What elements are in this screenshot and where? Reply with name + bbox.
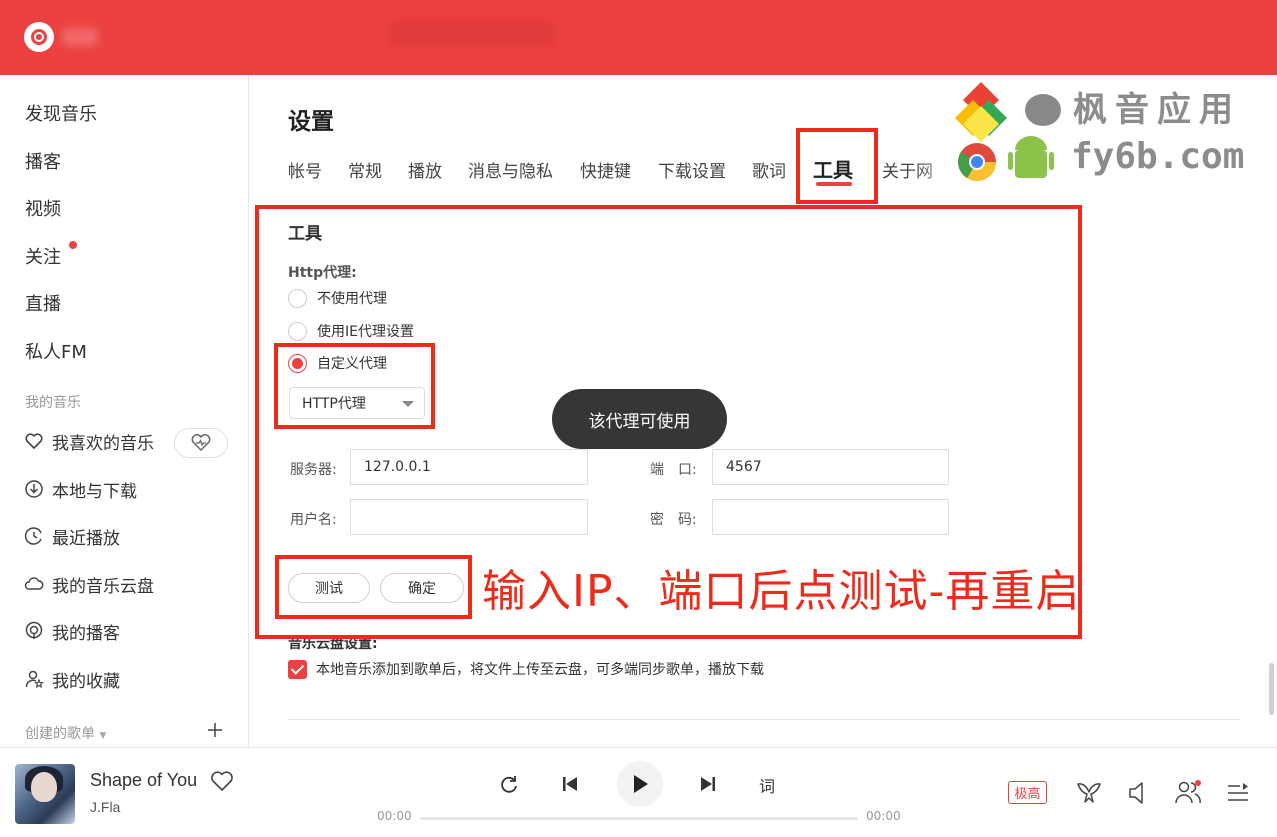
annotation-text: 输入IP、端口后点测试-再重启 — [482, 566, 1081, 617]
tab-download[interactable]: 下载设置 — [658, 157, 726, 182]
sidebar-item-collection[interactable]: 我的收藏 — [24, 665, 120, 693]
song-title[interactable]: Shape of You — [90, 770, 197, 791]
sidebar-item-my-podcast[interactable]: 我的播客 — [24, 617, 120, 645]
watermark-logos-icon — [955, 82, 1061, 181]
top-bar — [0, 0, 1277, 75]
sidebar-item-podcast[interactable]: 播客 — [25, 148, 61, 174]
total-time: 00:00 — [866, 809, 901, 823]
sidebar-item-live[interactable]: 直播 — [25, 290, 61, 316]
sidebar-item-label: 我的音乐云盘 — [52, 576, 154, 597]
checkbox-checked[interactable] — [288, 659, 307, 679]
sidebar-item-local[interactable]: 本地与下载 — [24, 475, 137, 503]
scrollbar[interactable] — [1269, 663, 1274, 715]
quality-badge[interactable]: 极高 — [1008, 781, 1047, 804]
sidebar-item-cloud[interactable]: 我的音乐云盘 — [24, 570, 154, 598]
sidebar-item-liked[interactable]: 我喜欢的音乐 — [24, 427, 154, 455]
repeat-icon[interactable] — [499, 774, 519, 794]
sidebar-item-follow[interactable]: 关注 — [25, 243, 61, 269]
elapsed-time: 00:00 — [377, 809, 412, 823]
sidebar: 发现音乐 播客 视频 关注 直播 私人FM 我的音乐 我喜欢的音乐 本地与下载 … — [0, 75, 249, 747]
watermark: 枫音应用 fy6b.com — [955, 80, 1275, 190]
sidebar-item-label: 我的播客 — [52, 623, 120, 644]
annotation-box-tools-tab — [796, 128, 878, 204]
tab-account[interactable]: 帐号 — [288, 157, 322, 182]
play-button[interactable] — [617, 761, 663, 807]
sidebar-item-label: 本地与下载 — [52, 481, 137, 502]
tab-messages-privacy[interactable]: 消息与隐私 — [468, 157, 553, 182]
page-title: 设置 — [288, 109, 334, 135]
tab-shortcuts[interactable]: 快捷键 — [580, 157, 631, 182]
cloud-icon — [24, 577, 44, 590]
created-playlists-title[interactable]: 创建的歌单 ▼ — [25, 723, 106, 743]
play-icon — [634, 775, 648, 793]
netease-logo-icon[interactable] — [24, 22, 54, 52]
add-playlist-icon[interactable] — [207, 722, 223, 738]
user-star-icon — [25, 670, 44, 689]
annotation-box-custom-proxy — [274, 343, 435, 429]
heartbeat-mode-button[interactable] — [174, 428, 228, 458]
podcast-icon — [25, 621, 43, 639]
checkbox-label: 本地音乐添加到歌单后，将文件上传至云盘，可多端同步歌单，播放下载 — [316, 662, 764, 678]
annotation-box-buttons — [275, 555, 472, 619]
sidebar-item-fm[interactable]: 私人FM — [25, 338, 87, 364]
next-icon[interactable] — [700, 776, 716, 792]
blurred-search-input[interactable] — [388, 20, 556, 46]
previous-icon[interactable] — [562, 776, 578, 792]
lyrics-button[interactable]: 词 — [759, 773, 775, 797]
volume-icon[interactable] — [1127, 781, 1149, 805]
sidebar-item-label: 最近播放 — [52, 528, 120, 549]
heartbeat-icon — [191, 434, 211, 452]
listen-together-icon[interactable] — [1174, 779, 1202, 805]
progress-bar[interactable] — [420, 817, 858, 820]
watermark-text-cn: 枫音应用 — [1073, 90, 1241, 130]
blurred-title — [62, 28, 98, 46]
player-bar: Shape of You J.Fla 词 00:00 00:00 极高 — [0, 747, 1277, 837]
cloud-upload-option[interactable]: 本地音乐添加到歌单后，将文件上传至云盘，可多端同步歌单，播放下载 — [288, 659, 764, 679]
notification-dot — [69, 241, 77, 249]
download-icon — [25, 480, 43, 498]
like-heart-icon[interactable] — [210, 770, 234, 792]
sidebar-item-video[interactable]: 视频 — [25, 195, 61, 221]
clock-icon — [24, 527, 42, 545]
heart-icon — [25, 433, 43, 449]
my-music-title: 我的音乐 — [25, 395, 81, 411]
watermark-text-url: fy6b.com — [1071, 136, 1245, 177]
sidebar-item-recent[interactable]: 最近播放 — [24, 522, 120, 550]
divider — [288, 719, 1241, 720]
effects-icon[interactable] — [1076, 781, 1102, 805]
artist-name[interactable]: J.Fla — [90, 799, 120, 815]
album-cover[interactable] — [15, 764, 75, 824]
sidebar-item-discover[interactable]: 发现音乐 — [25, 100, 97, 126]
playlist-icon[interactable] — [1227, 782, 1249, 804]
sidebar-item-label: 我喜欢的音乐 — [52, 433, 154, 454]
tab-playback[interactable]: 播放 — [408, 157, 442, 182]
sidebar-item-label: 我的收藏 — [52, 671, 120, 692]
tab-general[interactable]: 常规 — [348, 157, 382, 182]
tab-lyrics[interactable]: 歌词 — [752, 157, 786, 182]
